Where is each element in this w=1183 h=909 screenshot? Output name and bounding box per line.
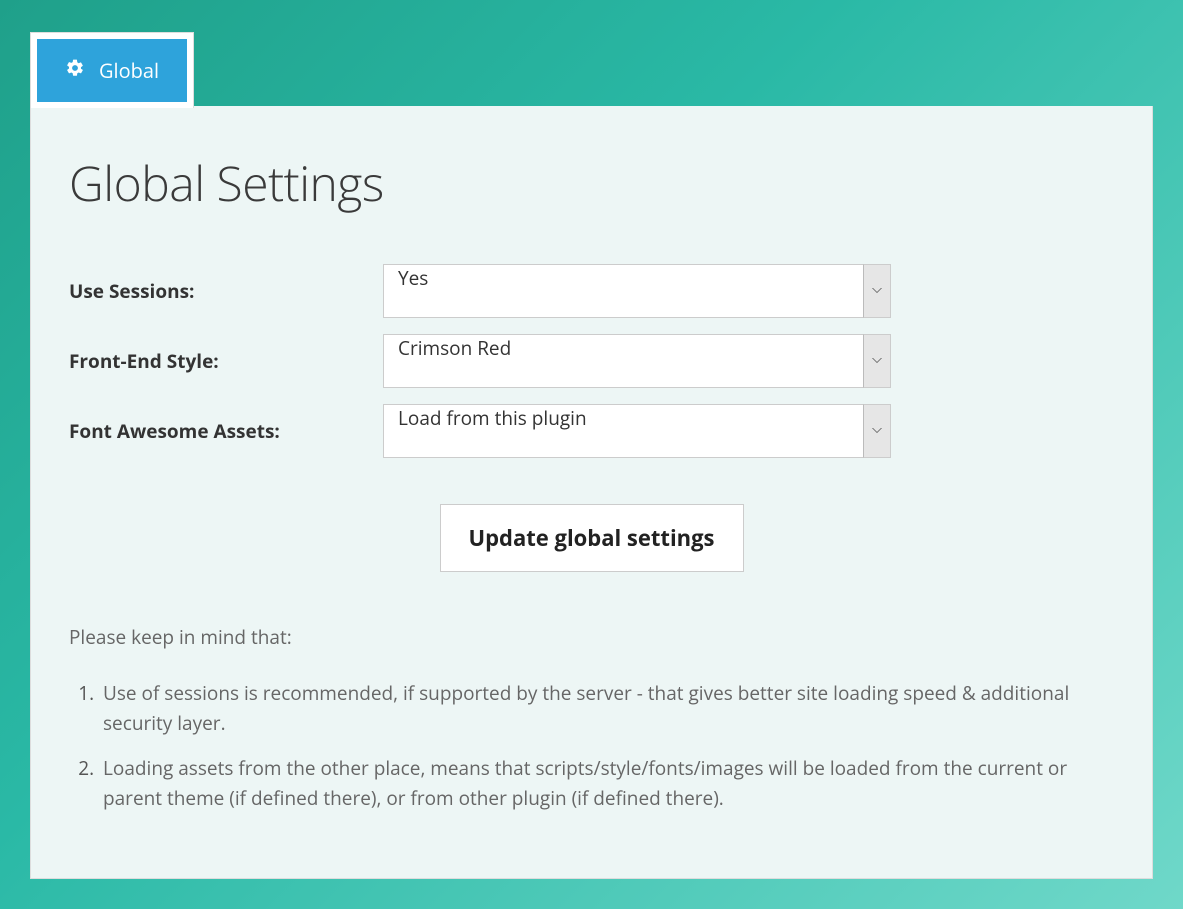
form-row-front-end-style: Front-End Style: Crimson Red <box>69 334 1114 388</box>
content-panel: Global Settings Use Sessions: Yes Front-… <box>30 106 1153 879</box>
notes-list: Use of sessions is recommended, if suppo… <box>69 678 1114 814</box>
update-global-settings-button[interactable]: Update global settings <box>440 504 744 572</box>
notes-item: Use of sessions is recommended, if suppo… <box>99 678 1114 739</box>
tab-label: Global <box>99 57 159 84</box>
form-row-font-awesome-assets: Font Awesome Assets: Load from this plug… <box>69 404 1114 458</box>
tab-global[interactable]: Global <box>30 32 194 108</box>
form-row-use-sessions: Use Sessions: Yes <box>69 264 1114 318</box>
select-value: Yes <box>383 264 891 318</box>
select-value: Crimson Red <box>383 334 891 388</box>
select-font-awesome-assets[interactable]: Load from this plugin <box>383 404 891 458</box>
label-font-awesome-assets: Font Awesome Assets: <box>69 418 383 444</box>
select-front-end-style[interactable]: Crimson Red <box>383 334 891 388</box>
page-title: Global Settings <box>69 151 1114 216</box>
tab-bar: Global <box>30 32 1153 108</box>
select-use-sessions[interactable]: Yes <box>383 264 891 318</box>
select-value: Load from this plugin <box>383 404 891 458</box>
page-container: Global Global Settings Use Sessions: Yes… <box>0 0 1183 909</box>
label-use-sessions: Use Sessions: <box>69 278 383 304</box>
gear-icon <box>65 57 85 84</box>
notes-item: Loading assets from the other place, mea… <box>99 753 1114 814</box>
notes-intro: Please keep in mind that: <box>69 624 1114 650</box>
label-front-end-style: Front-End Style: <box>69 348 383 374</box>
button-row: Update global settings <box>69 504 1114 572</box>
